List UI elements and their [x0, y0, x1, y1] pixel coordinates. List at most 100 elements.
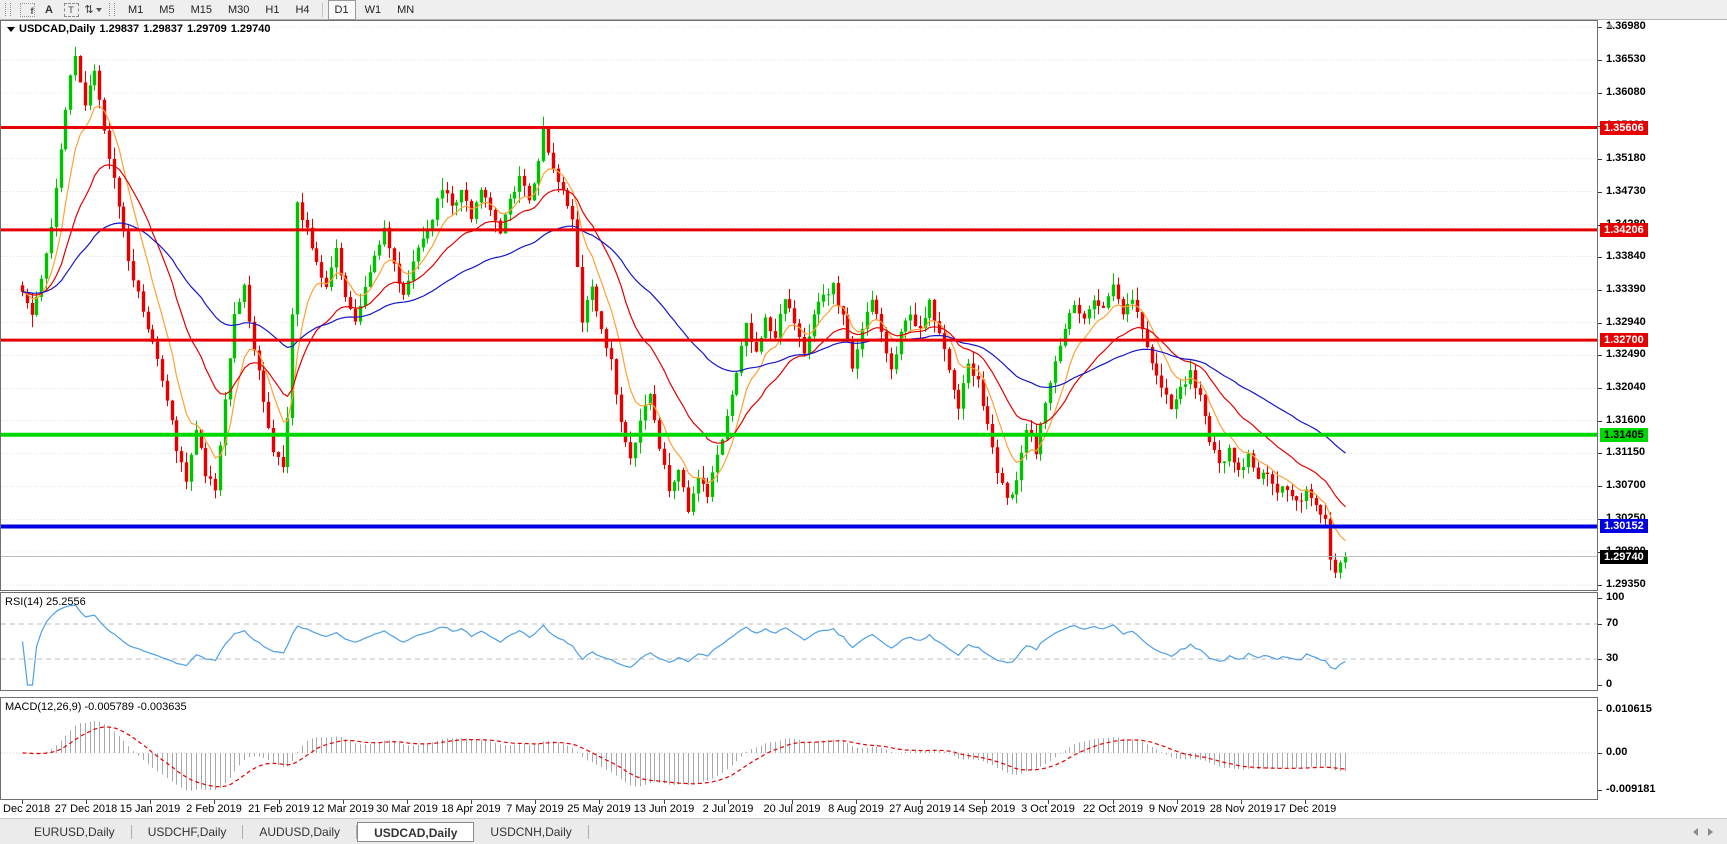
macd-canvas[interactable] [0, 697, 1598, 800]
date-label: 27 Aug 2019 [889, 803, 951, 815]
timeframe-button-mn[interactable]: MN [390, 0, 421, 20]
date-label: 28 Nov 2019 [1210, 803, 1272, 815]
timeframe-button-d1[interactable]: D1 [328, 0, 356, 20]
date-label: 18 Apr 2019 [441, 803, 500, 815]
price-axis-tick [1598, 421, 1602, 422]
indicators-button[interactable]: f [18, 2, 36, 18]
toolbar-grip[interactable] [5, 3, 11, 16]
ohlc-low: 1.29709 [187, 23, 227, 35]
date-label: 7 May 2019 [506, 803, 563, 815]
rsi-axis-label: 30 [1606, 652, 1618, 664]
timeframe-button-m15[interactable]: M15 [184, 0, 219, 20]
timeframe-button-m30[interactable]: M30 [221, 0, 256, 20]
price-axis-label: 1.33840 [1606, 250, 1646, 262]
chart-tab-usdcnh[interactable]: USDCNH,Daily [474, 822, 587, 842]
rsi-label: RSI(14) 25.2556 [5, 596, 86, 608]
date-label: 30 Mar 2019 [376, 803, 438, 815]
macd-axis-label: 0.00 [1606, 746, 1627, 758]
date-axis[interactable]: 8 Dec 201827 Dec 201815 Jan 20192 Feb 20… [0, 800, 1727, 818]
macd-name: MACD(12,26,9) [5, 701, 81, 713]
price-tag-1.30152: 1.30152 [1600, 519, 1648, 533]
tab-separator [588, 825, 589, 839]
date-label: 2 Feb 2019 [186, 803, 242, 815]
tab-scroll-right-icon[interactable] [1708, 828, 1713, 836]
timeframe-button-m1[interactable]: M1 [121, 0, 150, 20]
date-label: 25 May 2019 [567, 803, 631, 815]
toolbar-separator [322, 3, 323, 17]
text-tool-button[interactable]: A [40, 2, 58, 18]
rsi-axis-label: 70 [1606, 617, 1618, 629]
chart-tab-audusd[interactable]: AUDUSD,Daily [243, 822, 356, 842]
date-label: 14 Sep 2019 [953, 803, 1015, 815]
price-axis-label: 1.29350 [1606, 578, 1646, 590]
date-label: 3 Oct 2019 [1021, 803, 1075, 815]
price-axis-tick [1598, 192, 1602, 193]
symbol-dropdown-icon[interactable] [7, 27, 15, 32]
price-axis-label: 1.33390 [1606, 283, 1646, 295]
rsi-axis-label: 0 [1606, 678, 1612, 690]
price-axis-tick [1598, 290, 1602, 291]
text-tool-icon: A [45, 4, 53, 16]
ohlc-high: 1.29837 [143, 23, 183, 35]
date-label: 21 Feb 2019 [248, 803, 310, 815]
price-tag-1.34206: 1.34206 [1600, 223, 1648, 237]
tab-scroll-left-icon[interactable] [1693, 828, 1698, 836]
rsi-value: 25.2556 [46, 596, 86, 608]
macd-axis-label: 0.010615 [1606, 703, 1652, 715]
date-label: 13 Jun 2019 [634, 803, 695, 815]
macd-axis-tick [1598, 710, 1602, 711]
price-axis-label: 1.35180 [1606, 152, 1646, 164]
rsi-name: RSI(14) [5, 596, 43, 608]
text-label-tool-button[interactable]: T [62, 2, 80, 18]
price-axis[interactable]: 1.369801.365301.360801.356301.351801.347… [1598, 20, 1727, 800]
arrows-tool-button[interactable]: ⇅ [84, 2, 102, 18]
price-axis-tick [1598, 257, 1602, 258]
macd-axis-tick [1598, 753, 1602, 754]
timeframe-button-m5[interactable]: M5 [152, 0, 181, 20]
ohlc-open: 1.29837 [99, 23, 139, 35]
macd-axis-tick [1598, 790, 1602, 791]
price-tag-1.35606: 1.35606 [1600, 121, 1648, 135]
price-axis-label: 1.34730 [1606, 185, 1646, 197]
price-axis-label: 1.32040 [1606, 381, 1646, 393]
tab-nav [1693, 828, 1713, 836]
symbol-label: USDCAD,Daily [19, 23, 95, 35]
rsi-axis-tick [1598, 685, 1602, 686]
chart-header: USDCAD,Daily 1.29837 1.29837 1.29709 1.2… [7, 23, 270, 35]
date-label: 15 Jan 2019 [120, 803, 181, 815]
current-price-tag: 1.29740 [1600, 550, 1648, 564]
macd-axis-label: -0.009181 [1606, 783, 1656, 795]
timeframe-button-h1[interactable]: H1 [258, 0, 286, 20]
rsi-axis-tick [1598, 598, 1602, 599]
text-label-icon: T [64, 3, 79, 17]
date-label: 22 Oct 2019 [1083, 803, 1143, 815]
date-label: 17 Dec 2019 [1274, 803, 1336, 815]
price-axis-label: 1.36530 [1606, 53, 1646, 65]
price-tag-1.31405: 1.31405 [1600, 428, 1648, 442]
timeframe-button-w1[interactable]: W1 [358, 0, 389, 20]
macd-signal-value: -0.003635 [137, 701, 187, 713]
toolbar: f A T ⇅ M1M5M15M30H1H4 D1W1MN [0, 0, 1727, 20]
price-axis-tick [1598, 486, 1602, 487]
chart-tab-bar: EURUSD,DailyUSDCHF,DailyAUDUSD,DailyUSDC… [0, 818, 1727, 844]
tabs-holder: EURUSD,DailyUSDCHF,DailyAUDUSD,DailyUSDC… [18, 822, 589, 842]
price-axis-label: 1.30700 [1606, 479, 1646, 491]
scroll-up-arrow[interactable] [1606, 23, 1614, 28]
price-axis-tick [1598, 27, 1602, 28]
date-label: 27 Dec 2018 [55, 803, 117, 815]
date-label: 12 Mar 2019 [312, 803, 374, 815]
rsi-canvas[interactable] [0, 592, 1598, 691]
price-axis-label: 1.36080 [1606, 86, 1646, 98]
rsi-axis-tick [1598, 624, 1602, 625]
chart-tab-usdcad[interactable]: USDCAD,Daily [357, 822, 474, 842]
price-axis-tick [1598, 93, 1602, 94]
main-chart-canvas[interactable] [0, 20, 1598, 591]
indicators-icon: f [20, 3, 35, 17]
timeframe-button-h4[interactable]: H4 [288, 0, 316, 20]
toolbar-grip[interactable] [109, 3, 115, 16]
price-axis-tick [1598, 585, 1602, 586]
chart-tab-usdchf[interactable]: USDCHF,Daily [132, 822, 243, 842]
price-axis-label: 1.32490 [1606, 348, 1646, 360]
timeframe-toolbar: M1M5M15M30H1H4 D1W1MN [120, 0, 422, 20]
chart-tab-eurusd[interactable]: EURUSD,Daily [18, 822, 131, 842]
